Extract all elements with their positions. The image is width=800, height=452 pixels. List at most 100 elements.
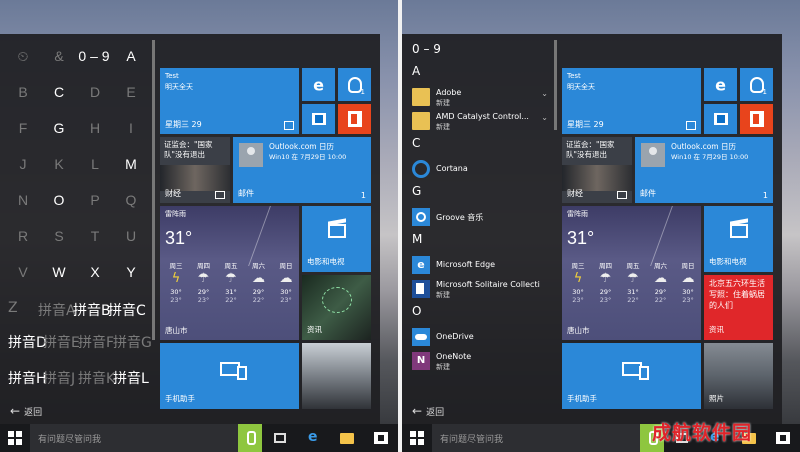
photos-tile[interactable]: 照片 bbox=[704, 343, 773, 409]
calendar-label: 星期三 29 bbox=[567, 120, 604, 129]
chevron-down-icon[interactable]: ⌄ bbox=[541, 113, 548, 122]
letter-index-V: V bbox=[18, 264, 28, 280]
mail-subtitle: Win10 在 7月29日 10:00 bbox=[671, 153, 749, 161]
weather-condition: 雷阵雨 bbox=[567, 210, 588, 218]
app-list-scrollbar[interactable] bbox=[150, 36, 156, 416]
qq-tile[interactable]: 1 bbox=[338, 68, 371, 101]
app-list-item[interactable]: Cortana bbox=[412, 158, 550, 180]
forecast-high: 31° bbox=[627, 288, 639, 296]
office-tile[interactable] bbox=[338, 104, 371, 134]
letter-index-&: & bbox=[54, 48, 64, 64]
letter-index-L: L bbox=[91, 156, 99, 172]
pinyin-index-0-1[interactable]: 拼音A bbox=[38, 300, 76, 320]
letter-index-A[interactable]: A bbox=[114, 48, 148, 64]
qq-tile[interactable]: 1 bbox=[740, 68, 773, 101]
forecast-weather-icon: ☁ bbox=[681, 271, 695, 286]
letter-index-M[interactable]: M bbox=[114, 156, 148, 172]
app-name: Microsoft Edge bbox=[436, 260, 496, 269]
edge-tile[interactable]: e bbox=[302, 68, 335, 101]
office-icon bbox=[749, 111, 764, 127]
microphone-icon[interactable] bbox=[238, 424, 262, 452]
letter-index-Y[interactable]: Y bbox=[114, 264, 148, 280]
news-tile[interactable]: 证监会："国家队"没有退出 财经 bbox=[160, 137, 230, 203]
pinyin-index-1-3[interactable]: 拼音G bbox=[113, 332, 152, 352]
letter-index-X[interactable]: X bbox=[78, 264, 112, 280]
file-explorer-icon[interactable] bbox=[340, 433, 354, 444]
forecast-day-name: 周五 bbox=[626, 262, 640, 270]
calendar-tile[interactable]: Test 明天全天 星期三 29 bbox=[562, 68, 701, 134]
app-list-item[interactable]: Groove 音乐 bbox=[412, 206, 550, 228]
mail-tile[interactable]: Outlook.com 日历 Win10 在 7月29日 10:00 邮件 1 bbox=[635, 137, 773, 203]
search-box[interactable]: 有问题尽管问我 bbox=[432, 424, 640, 452]
movies-tile[interactable]: 电影和电视 bbox=[302, 206, 371, 272]
app-list-item[interactable]: e Microsoft Edge bbox=[412, 254, 550, 276]
store-taskbar-icon[interactable] bbox=[776, 432, 790, 444]
app-list-item[interactable]: OneDrive bbox=[412, 326, 550, 348]
store-icon bbox=[713, 113, 728, 125]
task-view-icon[interactable] bbox=[274, 433, 286, 443]
letter-index-O[interactable]: O bbox=[42, 192, 76, 208]
app-list-item[interactable]: Adobe 新建 ⌄ bbox=[412, 86, 550, 108]
pinyin-index-2-2[interactable]: 拼音K bbox=[78, 368, 115, 388]
pinyin-index-2-0[interactable]: 拼音H bbox=[8, 368, 47, 388]
calendar-event: Test bbox=[567, 72, 581, 80]
section-header[interactable]: C bbox=[412, 136, 420, 150]
forecast-high: 30° bbox=[280, 288, 292, 296]
search-box[interactable]: 有问题尽管问我 bbox=[30, 424, 238, 452]
letter-index-0–9[interactable]: 0 – 9 bbox=[74, 48, 114, 64]
pinyin-index-0-2[interactable]: 拼音B bbox=[73, 300, 111, 320]
phone-assistant-tile[interactable]: 手机助手 bbox=[160, 343, 299, 409]
scroll-thumb[interactable] bbox=[554, 40, 557, 130]
start-button[interactable] bbox=[8, 431, 22, 445]
pinyin-index-0-3[interactable]: 拼音C bbox=[108, 300, 146, 320]
letter-index-W[interactable]: W bbox=[42, 264, 76, 280]
app-list-item[interactable]: AMD Catalyst Control... 新建 ⌄ bbox=[412, 110, 550, 132]
headline-news-tile[interactable]: 北京五六环生活写照：住着蜗居的人们 资讯 bbox=[704, 275, 773, 340]
pinyin-index-0-0[interactable]: Z bbox=[8, 300, 18, 316]
scroll-thumb[interactable] bbox=[152, 40, 155, 340]
photos-tile[interactable] bbox=[302, 343, 371, 409]
chevron-down-icon[interactable]: ⌄ bbox=[541, 89, 548, 98]
edge-tile[interactable]: e bbox=[704, 68, 737, 101]
pinyin-index-1-0[interactable]: 拼音D bbox=[8, 332, 47, 352]
phone-assistant-tile[interactable]: 手机助手 bbox=[562, 343, 701, 409]
news-feed-tile[interactable]: 资讯 bbox=[302, 275, 371, 340]
office-tile[interactable] bbox=[740, 104, 773, 134]
start-button[interactable] bbox=[410, 431, 424, 445]
qq-badge: 1 bbox=[762, 88, 767, 96]
news-headline: 证监会："国家队"没有退出 bbox=[164, 140, 213, 159]
weather-tile[interactable]: 雷阵雨 31° 周三 ϟ 30° 23° 周四 ☂ 29° 23° 周五 ☂ 31° 22° 周六 ☁ 29… bbox=[562, 206, 701, 340]
forecast-day-name: 周三 bbox=[169, 262, 183, 270]
section-header[interactable]: 0 – 9 bbox=[412, 42, 441, 56]
pinyin-index-1-2[interactable]: 拼音F bbox=[78, 332, 114, 352]
letter-index-C[interactable]: C bbox=[42, 84, 76, 100]
news-tile[interactable]: 证监会："国家队"没有退出 财经 bbox=[562, 137, 632, 203]
app-list-scrollbar[interactable] bbox=[552, 36, 558, 416]
forecast-high: 30° bbox=[682, 288, 694, 296]
weather-temperature: 31° bbox=[567, 228, 595, 248]
section-header[interactable]: M bbox=[412, 232, 422, 246]
calendar-tile[interactable]: Test 明天全天 星期三 29 bbox=[160, 68, 299, 134]
app-list-item[interactable]: N OneNote 新建 bbox=[412, 350, 550, 372]
store-tile[interactable] bbox=[704, 104, 737, 134]
weather-tile[interactable]: 雷阵雨 31° 周三 ϟ 30° 23° 周四 ☂ 29° 23° 周五 ☂ 31° 22° 周六 ☁ 29… bbox=[160, 206, 299, 340]
section-header[interactable]: A bbox=[412, 64, 420, 78]
pinyin-index-1-1[interactable]: 拼音E bbox=[43, 332, 80, 352]
section-header[interactable]: O bbox=[412, 304, 421, 318]
forecast-day-name: 周六 bbox=[252, 262, 265, 270]
back-button[interactable]: ← 返回 bbox=[412, 404, 444, 418]
store-taskbar-icon[interactable] bbox=[374, 432, 388, 444]
app-list-item[interactable]: Microsoft Solitaire Collecti... 新建 bbox=[412, 278, 550, 300]
edge-taskbar-icon[interactable]: e bbox=[308, 429, 322, 445]
pinyin-index-2-1[interactable]: 拼音J bbox=[43, 368, 75, 388]
pinyin-index-2-3[interactable]: 拼音L bbox=[113, 368, 149, 388]
movies-tile[interactable]: 电影和电视 bbox=[704, 206, 773, 272]
new-app-tag: 新建 bbox=[436, 363, 450, 371]
mail-subtitle: Win10 在 7月29日 10:00 bbox=[269, 153, 347, 161]
mail-tile[interactable]: Outlook.com 日历 Win10 在 7月29日 10:00 邮件 1 bbox=[233, 137, 371, 203]
back-button[interactable]: ← 返回 bbox=[10, 404, 42, 418]
section-header[interactable]: G bbox=[412, 184, 421, 198]
letter-index-T: T bbox=[90, 228, 100, 244]
letter-index-G[interactable]: G bbox=[42, 120, 76, 136]
store-tile[interactable] bbox=[302, 104, 335, 134]
